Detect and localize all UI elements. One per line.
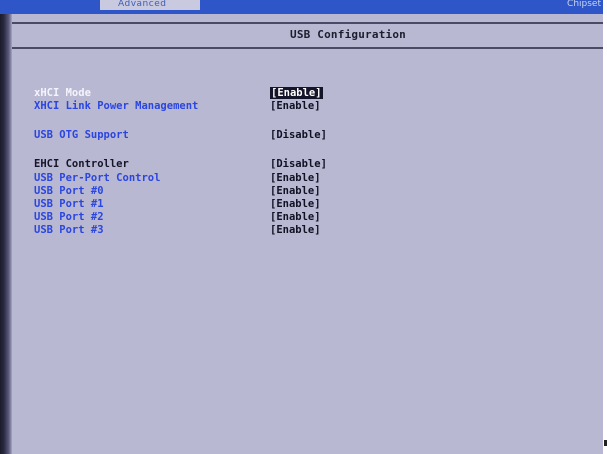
header-divider-top [12,22,603,24]
setting-label-usb-port-0[interactable]: USB Port #0 [34,185,104,197]
setting-value-ehci-controller: [Disable] [270,158,327,170]
top-menu-bar: Advanced Chipset [0,0,603,14]
menu-tab-label: Advanced [118,0,167,9]
setting-value-xhci-link-power-management[interactable]: [Enable] [270,100,321,112]
bios-screen: Advanced Chipset USB Configuration xHCI … [0,0,603,454]
header-divider-bottom [12,47,603,49]
setting-value-usb-port-1[interactable]: [Enable] [270,198,321,210]
setting-label-usb-port-1[interactable]: USB Port #1 [34,198,104,210]
screen-left-bezel [0,14,12,454]
setting-value-usb-port-3[interactable]: [Enable] [270,224,321,236]
setting-value-xhci-mode[interactable]: [Enable] [270,87,323,99]
setting-value-usb-per-port-control[interactable]: [Enable] [270,172,321,184]
setting-label-usb-port-2[interactable]: USB Port #2 [34,211,104,223]
setting-label-xhci-mode[interactable]: xHCI Mode [34,87,91,99]
setting-value-usb-otg-support[interactable]: [Disable] [270,129,327,141]
setting-label-ehci-controller: EHCI Controller [34,158,129,170]
setting-label-usb-port-3[interactable]: USB Port #3 [34,224,104,236]
page-title: USB Configuration [290,28,406,41]
setting-value-usb-port-2[interactable]: [Enable] [270,211,321,223]
setting-label-usb-otg-support[interactable]: USB OTG Support [34,129,129,141]
setting-value-usb-port-0[interactable]: [Enable] [270,185,321,197]
setting-label-xhci-link-power-management[interactable]: XHCI Link Power Management [34,100,198,112]
setting-label-usb-per-port-control[interactable]: USB Per-Port Control [34,172,160,184]
menu-tab-right-label: Chipset [567,0,601,9]
